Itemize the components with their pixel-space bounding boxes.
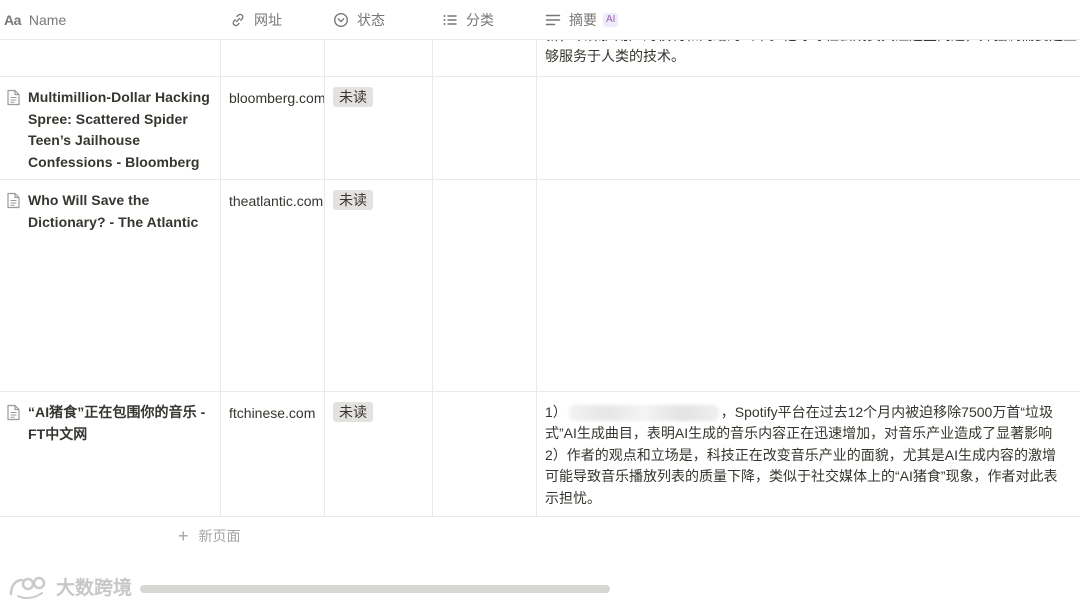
status-icon — [333, 12, 349, 28]
name-cell[interactable]: “AI猪食”正在包围你的音乐 - FT中文网 — [0, 392, 220, 516]
column-header-status[interactable]: 状态 — [333, 0, 385, 40]
column-header-url-label: 网址 — [254, 12, 282, 28]
page-title[interactable]: “AI猪食”正在包围你的音乐 - FT中文网 — [28, 402, 212, 445]
aa-text-icon: Aa — [4, 12, 21, 28]
table-row[interactable]: Who Will Save the Dictionary? - The Atla… — [0, 180, 1080, 392]
summary-line: 2）作者的观点和立场是，科技正在改变音乐产业的面貌，尤其是AI生成内容的激增 — [545, 446, 1057, 463]
summary-prefix: 1） — [545, 404, 567, 420]
column-header-status-label: 状态 — [357, 12, 385, 28]
new-page-button[interactable]: + 新页面 — [178, 526, 241, 546]
page-title[interactable]: Multimillion-Dollar Hacking Spree: Scatt… — [28, 87, 212, 173]
summary-line: 可能导致音乐播放列表的质量下降，类似于社交媒体上的“AI猪食”现象，作者对此表 — [545, 468, 1058, 485]
summary-line: 够服务于人类的技术。 — [545, 48, 685, 65]
document-icon — [6, 192, 21, 214]
watermark-logo-icon — [9, 576, 46, 599]
url-cell[interactable]: bloomberg.com — [229, 89, 324, 107]
blurred-redaction — [568, 405, 719, 422]
column-header-name[interactable]: Aa Name — [4, 0, 66, 40]
watermark: 大数跨境 — [8, 573, 132, 600]
url-cell[interactable]: theatlantic.com — [229, 192, 324, 210]
column-header-category[interactable]: 分类 — [442, 0, 494, 40]
column-header-summary[interactable]: 摘要 AI — [545, 0, 619, 40]
table-row[interactable]: “AI猪食”正在包围你的音乐 - FT中文网 ftchinese.com 未读 … — [0, 392, 1080, 517]
status-tag[interactable]: 未读 — [333, 190, 373, 210]
summary-line: 式”AI生成曲目，表明AI生成的音乐内容正在迅速增加，对音乐产业造成了显著影响 — [545, 425, 1053, 442]
status-tag[interactable]: 未读 — [333, 87, 373, 107]
ai-badge: AI — [603, 13, 619, 27]
document-icon — [6, 404, 21, 426]
link-icon — [230, 12, 246, 28]
status-tag[interactable]: 未读 — [333, 402, 373, 422]
column-header-name-label: Name — [28, 12, 67, 28]
name-cell[interactable]: Multimillion-Dollar Hacking Spree: Scatt… — [0, 77, 220, 179]
new-page-label: 新页面 — [198, 528, 241, 544]
url-cell[interactable]: ftchinese.com — [229, 404, 324, 422]
list-icon — [442, 12, 458, 28]
horizontal-scrollbar[interactable] — [140, 585, 610, 593]
name-cell[interactable]: Who Will Save the Dictionary? - The Atla… — [0, 180, 220, 391]
column-header-category-label: 分类 — [466, 12, 494, 28]
watermark-text: 大数跨境 — [56, 578, 133, 599]
text-lines-icon — [545, 12, 561, 28]
table-row[interactable]: Multimillion-Dollar Hacking Spree: Scatt… — [0, 77, 1080, 180]
summary-line: 示担忧。 — [545, 489, 601, 506]
plus-icon: + — [178, 526, 189, 546]
column-header-url[interactable]: 网址 — [230, 0, 282, 40]
summary-line: 1） ，Spotify平台在过去12个月内被迫移除7500万首“垃圾 — [545, 402, 1080, 423]
column-header-summary-label: 摘要 — [569, 12, 597, 28]
page-title[interactable]: Who Will Save the Dictionary? - The Atla… — [28, 190, 212, 233]
table-header: Aa Name 网址 状态 分类 摘要 AI — [0, 0, 1080, 40]
document-icon — [6, 89, 21, 111]
summary-suffix: ，Spotify平台在过去12个月内被迫移除7500万首“垃圾 — [720, 404, 1053, 420]
summary-cell: 1） ，Spotify平台在过去12个月内被迫移除7500万首“垃圾 式”AI生成… — [545, 402, 1080, 509]
